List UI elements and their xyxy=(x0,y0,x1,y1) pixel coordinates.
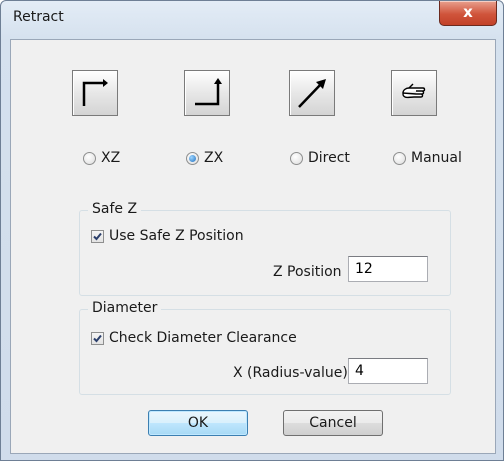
x-radius-input[interactable] xyxy=(348,358,428,384)
retract-xz-button[interactable] xyxy=(72,70,118,116)
retract-zx-icon xyxy=(195,78,222,106)
dialog-title: Retract xyxy=(13,9,64,25)
check-diameter-label: Check Diameter Clearance xyxy=(109,330,297,346)
radio-direct-indicator xyxy=(290,151,303,165)
retract-manual-icon xyxy=(402,83,426,99)
retract-manual-button[interactable] xyxy=(391,70,437,116)
radio-xz-label: XZ xyxy=(101,150,121,166)
check-diameter-check-indicator xyxy=(91,331,104,345)
radio-manual-indicator xyxy=(393,151,406,165)
use-safe-z-checkbox[interactable]: Use Safe Z Position xyxy=(91,228,244,244)
retract-dialog: Retract x XZ ZX Direct Manual Safe Z Use… xyxy=(0,0,504,461)
radio-xz[interactable]: XZ xyxy=(83,148,120,168)
radio-manual-label: Manual xyxy=(411,150,462,166)
radio-xz-indicator xyxy=(83,151,96,165)
retract-direct-button[interactable] xyxy=(289,70,335,116)
safe-z-group: Safe Z Use Safe Z Position Z Position xyxy=(79,201,451,296)
cancel-button[interactable]: Cancel xyxy=(283,410,383,436)
diameter-group: Diameter Check Diameter Clearance X (Rad… xyxy=(79,300,451,395)
retract-zx-button[interactable] xyxy=(184,70,230,116)
diameter-legend: Diameter xyxy=(88,300,162,316)
retract-xz-icon xyxy=(82,79,108,106)
z-position-label: Z Position xyxy=(273,264,342,280)
check-diameter-checkbox[interactable]: Check Diameter Clearance xyxy=(91,330,297,346)
use-safe-z-label: Use Safe Z Position xyxy=(109,228,244,244)
dialog-body: XZ ZX Direct Manual Safe Z Use Safe Z Po… xyxy=(10,39,496,454)
retract-direct-icon xyxy=(298,79,326,108)
x-radius-label: X (Radius-value) xyxy=(233,365,348,381)
z-position-input[interactable] xyxy=(348,256,428,282)
radio-zx[interactable]: ZX xyxy=(186,148,223,168)
radio-zx-label: ZX xyxy=(204,150,224,166)
radio-direct[interactable]: Direct xyxy=(290,148,350,168)
close-button[interactable]: x xyxy=(439,1,497,26)
checkmark-icon xyxy=(93,334,102,342)
safe-z-legend: Safe Z xyxy=(88,201,142,217)
use-safe-z-check-indicator xyxy=(91,229,104,243)
checkmark-icon xyxy=(93,232,102,240)
radio-manual[interactable]: Manual xyxy=(393,148,462,168)
radio-zx-indicator xyxy=(186,151,199,165)
ok-button[interactable]: OK xyxy=(148,410,248,436)
radio-direct-label: Direct xyxy=(308,150,350,166)
